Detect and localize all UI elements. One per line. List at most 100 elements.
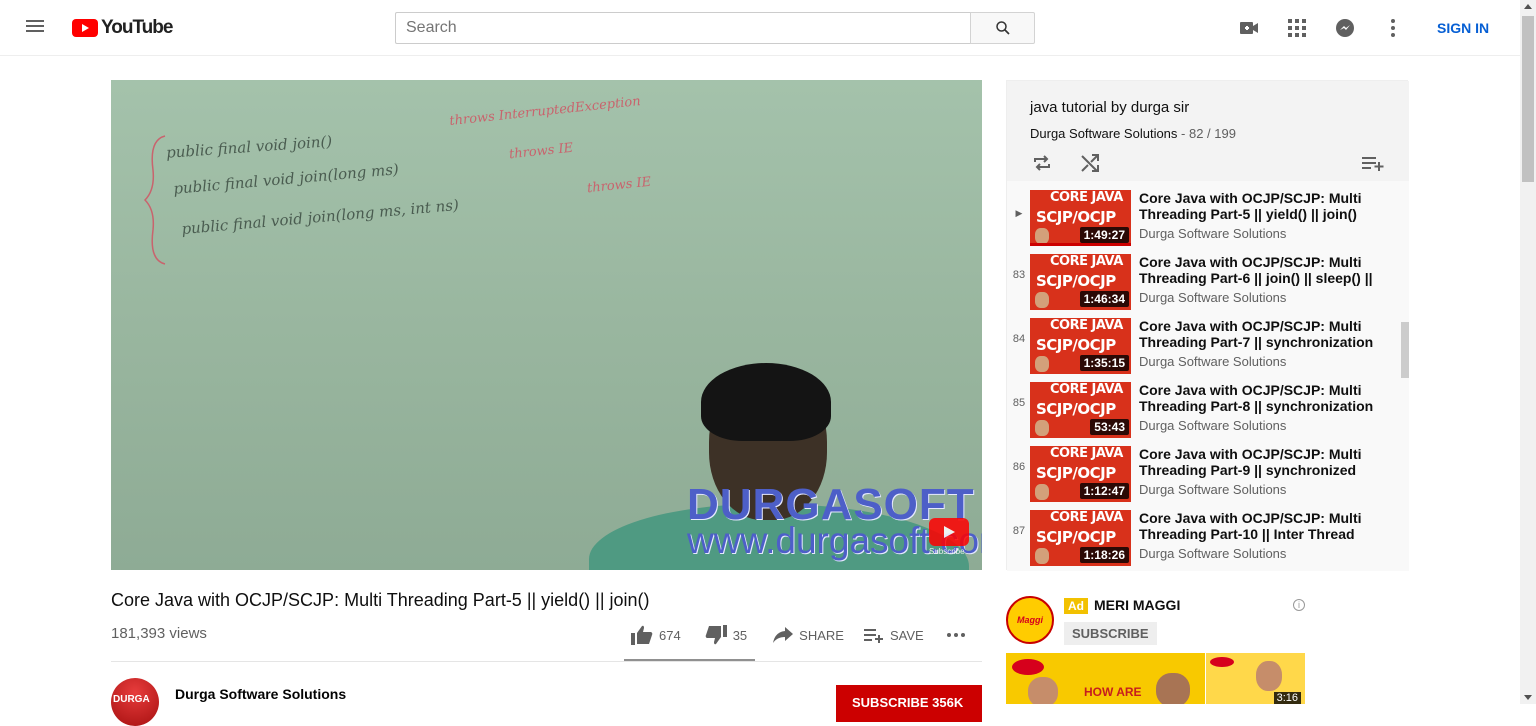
thumb-heading: CORE JAVA xyxy=(1050,446,1123,461)
video-player[interactable]: public final void join() throws Interrup… xyxy=(111,80,982,570)
youtube-play-logo-icon xyxy=(72,19,98,37)
info-icon[interactable]: i xyxy=(1293,599,1305,611)
thumb-presenter xyxy=(1035,228,1049,244)
thumb-subheading: SCJP/OCJP xyxy=(1036,400,1116,418)
ad-thumb-duration: 3:16 xyxy=(1273,692,1301,704)
search-input[interactable] xyxy=(395,12,971,44)
playlist-item-text: Core Java with OCJP/SCJP: Multi Threadin… xyxy=(1139,382,1391,433)
playlist-item-thumbnail[interactable]: CORE JAVA SCJP/OCJP 1:35:15 xyxy=(1030,318,1131,374)
playlist-item-index: 87 xyxy=(1012,525,1026,537)
playlist-item-thumbnail[interactable]: CORE JAVA SCJP/OCJP 1:12:47 xyxy=(1030,446,1131,502)
sign-in-button[interactable]: SIGN IN xyxy=(1437,20,1489,36)
more-vert-icon[interactable] xyxy=(1381,16,1405,40)
playlist-count: - 82 / 199 xyxy=(1181,126,1236,141)
playlist-item[interactable]: ▶ CORE JAVA SCJP/OCJP 1:49:27 Core Java with… xyxy=(1007,181,1403,246)
playlist-item-text: Core Java with OCJP/SCJP: Multi Threadin… xyxy=(1139,254,1391,305)
playlist-panel: java tutorial by durga sir Durga Softwar… xyxy=(1006,80,1409,571)
playlist-item-title[interactable]: Core Java with OCJP/SCJP: Multi Threadin… xyxy=(1139,190,1391,222)
thumb-subheading: SCJP/OCJP xyxy=(1036,528,1116,546)
ad-banner-logo xyxy=(1012,659,1044,675)
playlist-meta: Durga Software Solutions - 82 / 199 xyxy=(1030,126,1236,141)
thumb-presenter xyxy=(1035,356,1049,372)
playlist-item-channel: Durga Software Solutions xyxy=(1139,482,1287,497)
ad-card: Maggi Ad MERI MAGGI i SUBSCRIBE HOW ARE … xyxy=(1006,596,1308,704)
channel-avatar-text: DURGA xyxy=(113,694,150,705)
playlist-item-thumbnail[interactable]: CORE JAVA SCJP/OCJP 1:18:26 xyxy=(1030,510,1131,566)
playlist-scrollbar-thumb[interactable] xyxy=(1401,322,1409,378)
playlist-item-title[interactable]: Core Java with OCJP/SCJP: Multi Threadin… xyxy=(1139,254,1391,286)
playlist-item[interactable]: 85 CORE JAVA SCJP/OCJP 53:43 Core Java with … xyxy=(1007,373,1403,438)
playlist-item-duration: 1:18:26 xyxy=(1079,547,1129,563)
playlist-item-title[interactable]: Core Java with OCJP/SCJP: Multi Threadin… xyxy=(1139,510,1391,542)
page-scrollbar[interactable] xyxy=(1520,0,1536,704)
thumb-presenter xyxy=(1035,484,1049,500)
apps-icon[interactable] xyxy=(1285,16,1309,40)
thumb-heading: CORE JAVA xyxy=(1050,318,1123,333)
thumb-subheading: SCJP/OCJP xyxy=(1036,272,1116,290)
ad-thumb-person xyxy=(1256,661,1282,691)
ad-banner-image[interactable]: HOW ARE xyxy=(1006,653,1205,704)
playlist-item-text: Core Java with OCJP/SCJP: Multi Threadin… xyxy=(1139,318,1391,369)
subscribe-overlay-icon[interactable] xyxy=(929,518,969,546)
loop-icon[interactable] xyxy=(1030,151,1054,175)
scroll-down-arrow-icon[interactable] xyxy=(1524,695,1532,700)
youtube-logo[interactable]: YouTube xyxy=(72,17,173,39)
playlist-item-index: 83 xyxy=(1012,269,1026,281)
playlist-item-title[interactable]: Core Java with OCJP/SCJP: Multi Threadin… xyxy=(1139,382,1391,414)
messages-icon[interactable] xyxy=(1333,16,1357,40)
like-count: 674 xyxy=(659,627,681,643)
playlist-title[interactable]: java tutorial by durga sir xyxy=(1030,99,1189,116)
shuffle-icon[interactable] xyxy=(1078,151,1102,175)
playlist-item-duration: 1:49:27 xyxy=(1079,227,1129,243)
thumb-presenter xyxy=(1035,548,1049,564)
scroll-up-arrow-icon[interactable] xyxy=(1524,4,1532,9)
ad-banner-person-2 xyxy=(1156,673,1190,704)
ad-subscribe-button[interactable]: SUBSCRIBE xyxy=(1064,622,1157,645)
ad-banner-person xyxy=(1028,677,1058,704)
playlist-item-text: Core Java with OCJP/SCJP: Multi Threadin… xyxy=(1139,446,1391,497)
thumb-heading: CORE JAVA xyxy=(1050,510,1123,525)
playlist-item-thumbnail[interactable]: CORE JAVA SCJP/OCJP 1:49:27 xyxy=(1030,190,1131,246)
playlist-item[interactable]: 87 CORE JAVA SCJP/OCJP 1:18:26 Core Java wit… xyxy=(1007,501,1403,566)
ad-advertiser-logo[interactable]: Maggi xyxy=(1006,596,1054,644)
playlist-item-channel: Durga Software Solutions xyxy=(1139,290,1287,305)
search-button[interactable] xyxy=(970,12,1035,44)
like-button[interactable]: 674 xyxy=(631,625,681,645)
playlist-add-icon[interactable] xyxy=(1361,151,1385,175)
more-actions-button[interactable] xyxy=(946,632,966,638)
playlist-owner[interactable]: Durga Software Solutions xyxy=(1030,126,1177,141)
playlist-item-thumbnail[interactable]: CORE JAVA SCJP/OCJP 53:43 xyxy=(1030,382,1131,438)
like-icon xyxy=(631,625,653,645)
ad-video-thumbnail[interactable]: 3:16 xyxy=(1206,653,1305,704)
ad-banner-text: HOW ARE xyxy=(1084,685,1142,699)
thumb-presenter xyxy=(1035,420,1049,436)
playlist-item-title[interactable]: Core Java with OCJP/SCJP: Multi Threadin… xyxy=(1139,318,1391,350)
menu-icon[interactable] xyxy=(24,17,46,39)
channel-avatar[interactable]: DURGA xyxy=(111,678,159,726)
thumb-heading: CORE JAVA xyxy=(1050,254,1123,269)
playlist-item-title[interactable]: Core Java with OCJP/SCJP: Multi Threadin… xyxy=(1139,446,1391,478)
dislike-icon xyxy=(705,625,727,645)
save-button[interactable]: SAVE xyxy=(863,627,924,643)
playlist-item-index: 84 xyxy=(1012,333,1026,345)
playlist-item[interactable]: 86 CORE JAVA SCJP/OCJP 1:12:47 Core Java wit… xyxy=(1007,437,1403,502)
share-icon xyxy=(773,627,794,643)
create-video-icon[interactable] xyxy=(1237,16,1261,40)
playlist-item-channel: Durga Software Solutions xyxy=(1139,418,1287,433)
dislike-button[interactable]: 35 xyxy=(705,625,747,645)
ad-logo-text: Maggi xyxy=(1017,615,1043,625)
page-scrollbar-thumb[interactable] xyxy=(1522,16,1534,182)
playlist-item-channel: Durga Software Solutions xyxy=(1139,546,1287,561)
thumb-presenter xyxy=(1035,292,1049,308)
thumb-subheading: SCJP/OCJP xyxy=(1036,464,1116,482)
share-button[interactable]: SHARE xyxy=(773,627,844,643)
playlist-item-thumbnail[interactable]: CORE JAVA SCJP/OCJP 1:46:34 xyxy=(1030,254,1131,310)
playlist-item-channel: Durga Software Solutions xyxy=(1139,354,1287,369)
more-horiz-icon xyxy=(946,633,965,637)
playlist-item[interactable]: 84 CORE JAVA SCJP/OCJP 1:35:15 Core Java wit… xyxy=(1007,309,1403,374)
channel-name[interactable]: Durga Software Solutions xyxy=(175,686,346,702)
ad-advertiser-name[interactable]: MERI MAGGI xyxy=(1094,597,1180,613)
presenter-hair xyxy=(701,363,831,441)
playlist-item[interactable]: 83 CORE JAVA SCJP/OCJP 1:46:34 Core Java wit… xyxy=(1007,245,1403,310)
playlist-header: java tutorial by durga sir Durga Softwar… xyxy=(1007,81,1409,181)
